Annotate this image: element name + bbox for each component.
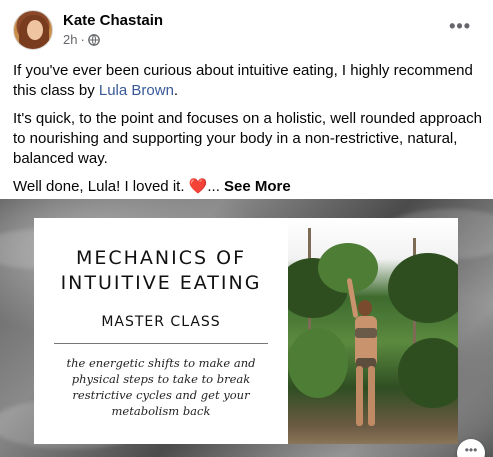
person-head bbox=[358, 300, 372, 316]
paragraph-1-end: . bbox=[173, 82, 179, 99]
person bbox=[346, 277, 388, 438]
post-meta: 2h · bbox=[63, 32, 100, 47]
person-leg bbox=[368, 366, 375, 426]
class-title-line-2: INTUITIVE EATING bbox=[60, 272, 262, 294]
class-title: MECHANICS OF INTUITIVE EATING bbox=[34, 246, 288, 296]
divider bbox=[54, 343, 268, 344]
lula-brown-link[interactable]: Lula Brown bbox=[99, 82, 174, 99]
ellipsis: ... bbox=[207, 178, 220, 195]
more-horizontal-icon[interactable]: ••• bbox=[449, 16, 471, 37]
post-paragraph-3: Well done, Lula! I loved it. ❤️... See M… bbox=[13, 177, 483, 197]
author-name[interactable]: Kate Chastain bbox=[63, 12, 163, 29]
post-body: If you've ever been curious about intuit… bbox=[13, 61, 483, 205]
image-options-button[interactable]: ••• bbox=[457, 439, 485, 457]
globe-icon[interactable] bbox=[87, 33, 100, 46]
foliage bbox=[288, 328, 348, 398]
post-paragraph-2: It's quick, to the point and focuses on … bbox=[13, 110, 482, 167]
class-title-line-1: MECHANICS OF bbox=[75, 247, 247, 269]
class-subtitle: MASTER CLASS bbox=[101, 314, 221, 330]
class-photo bbox=[288, 218, 458, 444]
class-description: the energetic shifts to make and physica… bbox=[66, 356, 256, 418]
see-more-link[interactable]: See More bbox=[224, 178, 291, 195]
red-heart-icon: ❤️ bbox=[188, 178, 208, 195]
avatar-face bbox=[27, 20, 43, 40]
meta-separator: · bbox=[80, 32, 85, 47]
paragraph-3-text: Well done, Lula! I loved it. bbox=[13, 178, 189, 195]
post-header: Kate Chastain 2h · ••• bbox=[13, 10, 493, 52]
foliage bbox=[398, 338, 458, 408]
person-top bbox=[355, 328, 377, 338]
foliage bbox=[388, 253, 458, 323]
class-title-card: MECHANICS OF INTUITIVE EATING MASTER CLA… bbox=[34, 218, 288, 444]
person-leg bbox=[356, 366, 363, 426]
post-paragraph-1: If you've ever been curious about intuit… bbox=[13, 61, 483, 101]
post-time[interactable]: 2h bbox=[63, 32, 77, 47]
paragraph-1-text: If you've ever been curious about intuit… bbox=[13, 62, 473, 99]
person-arm bbox=[346, 277, 359, 319]
post-image[interactable]: MECHANICS OF INTUITIVE EATING MASTER CLA… bbox=[0, 199, 493, 457]
author-avatar[interactable] bbox=[13, 10, 53, 50]
